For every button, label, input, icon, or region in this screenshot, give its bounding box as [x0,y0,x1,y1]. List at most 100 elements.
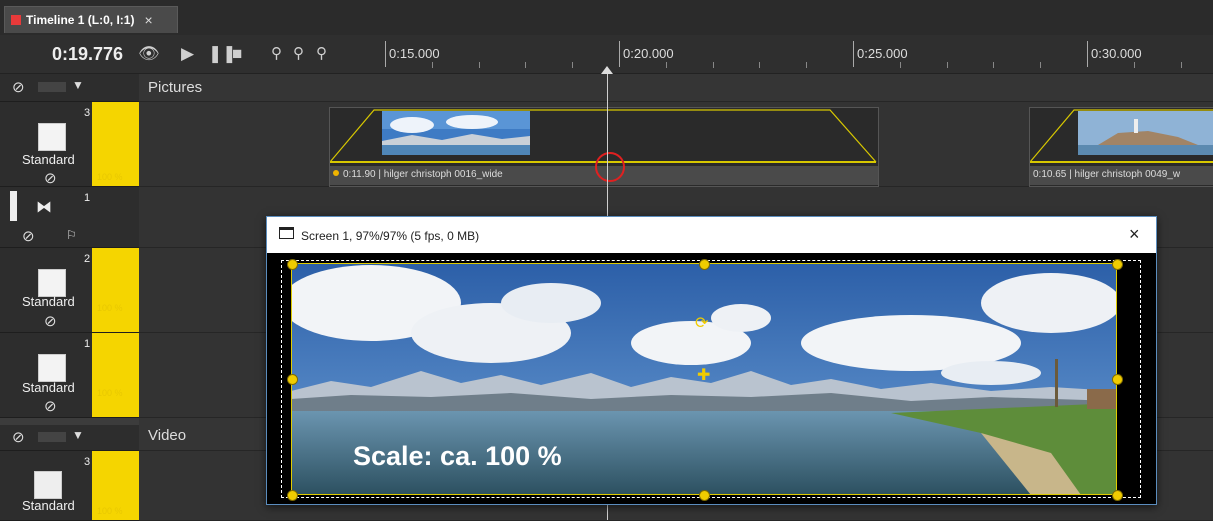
opacity-value: 100 % [97,506,123,516]
transition-icon: ⧓ [36,199,52,216]
resize-handle-bottom-right[interactable] [1112,490,1123,501]
track-number: 1 [84,338,91,350]
ruler-minor-tick [665,62,667,68]
mute-icon[interactable]: ⊘ [12,78,25,96]
opacity-value: 100 % [97,388,123,398]
opacity-bar[interactable] [92,248,139,332]
collapse-arrow-icon[interactable]: ▼ [72,428,84,442]
mute-icon[interactable]: ⊘ [12,428,25,446]
resize-handle-top[interactable] [699,259,710,270]
scale-caption: Scale: ca. 100 % [353,441,562,471]
flag-icon[interactable]: ⚐ [66,228,77,242]
resize-handle-bottom[interactable] [699,490,710,501]
rotate-handle-icon[interactable]: ⟳ [695,313,708,333]
video-section-controls: ⊘ ▼ [0,425,139,451]
image-track-icon [38,123,66,151]
zoom-fit-icon[interactable]: ⚲ [293,44,304,62]
track-mode-label: Standard [22,380,75,395]
stop-button[interactable]: ■ [232,44,242,64]
tab-bar: Timeline 1 (L:0, I:1) × [0,0,1213,35]
timeline-color-icon [11,15,21,25]
keyframe-highlight-ring [595,152,625,182]
track-selection-marker [10,191,17,221]
tab-title: Timeline 1 (L:0, I:1) [26,13,135,27]
preview-titlebar[interactable]: Screen 1, 97%/97% (5 fps, 0 MB) × [267,217,1156,253]
ruler-major-tick [619,41,620,67]
track-mode-label: Standard [22,294,75,309]
video-track-icon [34,471,62,499]
resize-handle-right[interactable] [1112,374,1123,385]
track-controls: 3 Standard ⊘ 100 % [0,102,139,187]
ruler-minor-tick [1180,62,1182,68]
pictures-section-controls: ⊘ ▼ [0,74,139,102]
track-controls: 2 Standard ⊘ 100 % [0,248,139,333]
track-controls: 3 Standard 100 % [0,451,139,521]
playhead-handle[interactable] [601,66,613,74]
ruler-major-tick [385,41,386,67]
clip-thumbnail [382,111,530,155]
timeline-ruler[interactable]: 0:15.000 0:20.000 0:25.000 0:30.000 [373,35,1213,73]
preview-close-button[interactable]: × [1129,224,1140,245]
ruler-label: 0:30.000 [1091,46,1142,61]
image-track-icon [38,354,66,382]
ruler-minor-tick [899,62,901,68]
ruler-minor-tick [1133,62,1135,68]
tab-timeline-1[interactable]: Timeline 1 (L:0, I:1) × [4,6,178,33]
ruler-minor-tick [993,62,995,68]
track-mute-icon[interactable]: ⊘ [44,312,57,330]
track-number: 2 [84,253,91,265]
collapse-arrow-icon[interactable]: ▼ [72,78,84,92]
ruler-minor-tick [525,62,527,68]
track-controls: 1 Standard ⊘ 100 % [0,333,139,418]
resize-handle-top-right[interactable] [1112,259,1123,270]
zoom-in-icon[interactable]: ⚲ [271,44,282,62]
eye-icon[interactable]: 👁 [138,44,160,64]
ruler-major-tick [853,41,854,67]
ruler-label: 0:25.000 [857,46,908,61]
image-track-icon [38,269,66,297]
clip-marker-dot [333,170,339,176]
ruler-minor-tick [759,62,761,68]
ruler-minor-tick [478,62,480,68]
picture-track: 0:11.90 | hilger christoph 0016_wide 0:1… [139,102,1213,187]
opacity-value: 100 % [97,172,123,182]
section-title-pictures: Pictures [148,79,203,96]
track-number: 1 [84,192,91,204]
resize-handle-left[interactable] [287,374,298,385]
lock-toggle[interactable] [38,432,66,442]
zoom-out-icon[interactable]: ⚲ [316,44,327,62]
opacity-bar[interactable] [92,333,139,417]
ruler-major-tick [1087,41,1088,67]
ruler-minor-tick [712,62,714,68]
current-time-readout: 0:19.776 [52,44,124,64]
track-mute-icon[interactable]: ⊘ [44,169,57,187]
ruler-minor-tick [431,62,433,68]
track-mute-icon[interactable]: ⊘ [44,397,57,415]
track-mode-label: Standard [22,152,75,167]
section-title-video: Video [148,427,187,444]
track-number: 3 [84,107,91,119]
ruler-label: 0:15.000 [389,46,440,61]
track-mode-label: Standard [22,498,75,513]
ruler-minor-tick [572,62,574,68]
preview-window[interactable]: Screen 1, 97%/97% (5 fps, 0 MB) × Scale:… [266,216,1157,505]
ruler-minor-tick [806,62,808,68]
clip-label: 0:11.90 | hilger christoph 0016_wide [343,169,503,180]
preview-canvas[interactable]: Scale: ca. 100 % ⟳ ✚ [267,253,1156,504]
clip-thumbnail [1078,111,1213,155]
lock-toggle[interactable] [38,82,66,92]
timeline-clip[interactable]: 0:10.65 | hilger christoph 0049_w [1029,107,1213,187]
window-icon [279,227,294,239]
preview-title: Screen 1, 97%/97% (5 fps, 0 MB) [301,229,480,243]
track-controls: ⧓ 1 ⊘ ⚐ [0,187,139,248]
anchor-point-icon[interactable]: ✚ [697,365,710,385]
resize-handle-bottom-left[interactable] [287,490,298,501]
track-mute-icon[interactable]: ⊘ [22,227,35,245]
tab-close-button[interactable]: × [144,12,152,28]
track-number: 3 [84,456,91,468]
play-button[interactable]: ▶ [181,44,194,64]
opacity-value: 100 % [97,303,123,313]
ruler-label: 0:20.000 [623,46,674,61]
resize-handle-top-left[interactable] [287,259,298,270]
ruler-minor-tick [946,62,948,68]
